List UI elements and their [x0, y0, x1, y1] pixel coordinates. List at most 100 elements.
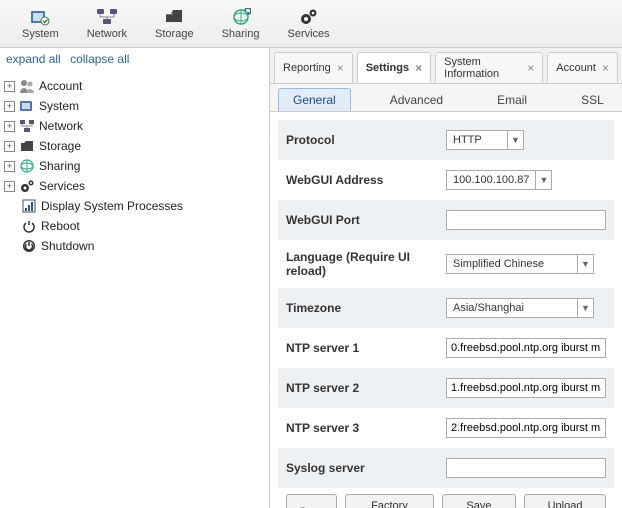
toolbar-system[interactable]: System [8, 4, 73, 43]
expand-icon[interactable]: + [4, 161, 15, 172]
webgui-address-label: WebGUI Address [278, 160, 438, 200]
ntp2-input[interactable] [446, 378, 606, 398]
toolbar-label: Sharing [222, 28, 260, 40]
tab-system-information[interactable]: System Information × [435, 52, 543, 83]
main-panel: Reporting×Settings×System Information×Ac… [270, 48, 622, 508]
tree-item-label: Network [39, 119, 83, 133]
tree-item-reboot[interactable]: Reboot [4, 216, 265, 236]
syslog-input[interactable] [446, 458, 606, 478]
expand-icon[interactable]: + [4, 81, 15, 92]
ntp2-label: NTP server 2 [278, 368, 438, 408]
toolbar-label: Services [287, 28, 329, 40]
tab-label: Account [556, 62, 596, 74]
close-icon[interactable]: × [602, 61, 609, 75]
settings-form: Protocol HTTP▼ WebGUI Address 100.100.10… [270, 112, 622, 508]
tab-reporting[interactable]: Reporting × [274, 52, 353, 83]
tree-item-sharing[interactable]: + Sharing [4, 156, 265, 176]
system-icon [29, 8, 51, 26]
tree-item-network[interactable]: + Network [4, 116, 265, 136]
close-icon[interactable]: × [337, 61, 344, 75]
syslog-label: Syslog server [278, 448, 438, 488]
language-select[interactable]: Simplified Chinese▼ [446, 254, 594, 274]
chevron-down-icon[interactable]: ▼ [577, 299, 593, 317]
webgui-port-input[interactable] [446, 210, 606, 230]
tree-item-system[interactable]: + System [4, 96, 265, 116]
shutdown-icon [21, 238, 37, 254]
save-config-button[interactable]: Save Config [442, 494, 516, 508]
tree-item-label: Sharing [39, 159, 80, 173]
tree-item-account[interactable]: + Account [4, 76, 265, 96]
ntp3-label: NTP server 3 [278, 408, 438, 448]
expand-links: expand all collapse all [0, 48, 269, 70]
tab-label: Reporting [283, 62, 331, 74]
form-buttons: Save Factory Restore Save Config Upload … [278, 488, 614, 508]
tree-item-label: Account [39, 79, 82, 93]
tree-item-label: Display System Processes [41, 199, 183, 213]
close-icon[interactable]: × [527, 61, 534, 75]
subtabs: General Advanced Email SSL [270, 84, 622, 112]
toolbar-sharing[interactable]: Sharing [208, 4, 274, 43]
upload-config-button[interactable]: Upload Config [524, 494, 606, 508]
account-icon [19, 78, 35, 94]
tab-account[interactable]: Account × [547, 52, 618, 83]
factory-restore-button[interactable]: Factory Restore [345, 494, 434, 508]
sharing-icon [19, 158, 35, 174]
system-icon [19, 98, 35, 114]
webgui-address-select[interactable]: 100.100.100.87▼ [446, 170, 552, 190]
tab-label: Settings [366, 62, 409, 74]
processes-icon [21, 198, 37, 214]
subtab-email[interactable]: Email [482, 88, 542, 111]
toolbar-network[interactable]: Network [73, 4, 141, 43]
save-button[interactable]: Save [286, 494, 337, 508]
timezone-select[interactable]: Asia/Shanghai▼ [446, 298, 594, 318]
tree-item-shutdown[interactable]: Shutdown [4, 236, 265, 256]
ntp3-input[interactable] [446, 418, 606, 438]
tree-item-label: Storage [39, 139, 81, 153]
expand-icon[interactable]: + [4, 121, 15, 132]
chevron-down-icon[interactable]: ▼ [577, 255, 593, 273]
expand-icon[interactable]: + [4, 101, 15, 112]
close-icon[interactable]: × [415, 61, 422, 75]
timezone-label: Timezone [278, 288, 438, 328]
storage-icon [19, 138, 35, 154]
main-toolbar: System Network Storage Sharing Services [0, 0, 622, 48]
protocol-label: Protocol [278, 120, 438, 160]
network-icon [96, 8, 118, 26]
language-label: Language (Require UI reload) [278, 240, 438, 288]
toolbar-services[interactable]: Services [273, 4, 343, 43]
webgui-port-label: WebGUI Port [278, 200, 438, 240]
subtab-general[interactable]: General [278, 88, 351, 111]
tree-item-storage[interactable]: + Storage [4, 136, 265, 156]
chevron-down-icon[interactable]: ▼ [535, 171, 551, 189]
tree-item-label: Shutdown [41, 239, 94, 253]
reboot-icon [21, 218, 37, 234]
toolbar-storage[interactable]: Storage [141, 4, 208, 43]
services-icon [19, 178, 35, 194]
expand-icon[interactable]: + [4, 181, 15, 192]
expand-icon[interactable]: + [4, 141, 15, 152]
ntp1-input[interactable] [446, 338, 606, 358]
chevron-down-icon[interactable]: ▼ [507, 131, 523, 149]
toolbar-label: Storage [155, 28, 194, 40]
tree-item-label: Services [39, 179, 85, 193]
tree-item-label: Reboot [41, 219, 80, 233]
tree-item-display-system-processes[interactable]: Display System Processes [4, 196, 265, 216]
tab-settings[interactable]: Settings × [357, 52, 431, 83]
tree-item-label: System [39, 99, 79, 113]
ntp1-label: NTP server 1 [278, 328, 438, 368]
network-icon [19, 118, 35, 134]
tab-label: System Information [444, 56, 521, 80]
storage-icon [163, 8, 185, 26]
services-icon [298, 8, 320, 26]
subtab-ssl[interactable]: SSL [566, 88, 619, 111]
toolbar-label: Network [87, 28, 127, 40]
sidebar: expand all collapse all +Account+System+… [0, 48, 270, 508]
tabs: Reporting×Settings×System Information×Ac… [270, 48, 622, 84]
expand-all-link[interactable]: expand all [6, 52, 61, 66]
nav-tree: +Account+System+Network+Storage+Sharing+… [0, 70, 269, 262]
collapse-all-link[interactable]: collapse all [70, 52, 129, 66]
subtab-advanced[interactable]: Advanced [375, 88, 458, 111]
tree-item-services[interactable]: + Services [4, 176, 265, 196]
protocol-select[interactable]: HTTP▼ [446, 130, 524, 150]
sharing-icon [230, 8, 252, 26]
